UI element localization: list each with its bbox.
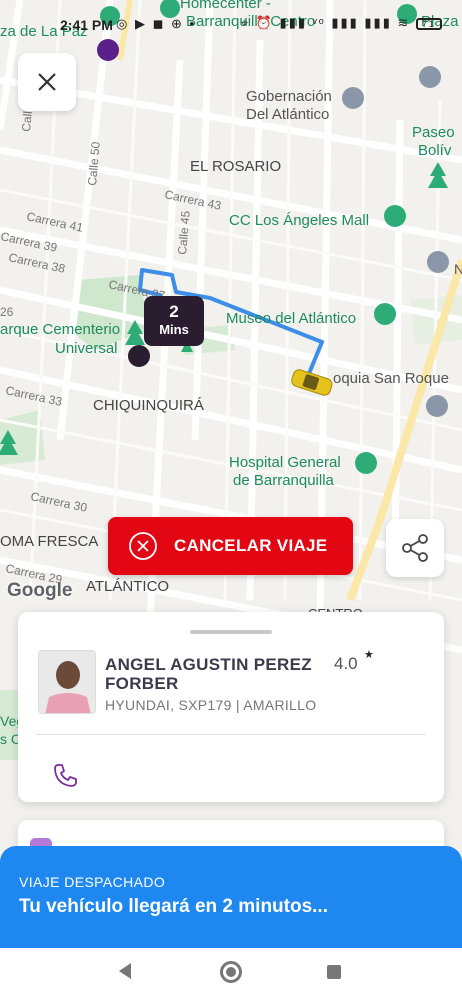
label-cementerio-1: arque Cementerio bbox=[0, 321, 120, 338]
cancel-trip-label: CANCELAR VIAJE bbox=[174, 536, 328, 555]
poi-church-icon bbox=[427, 251, 449, 273]
status-notification-icons: ◎ ▶ ◼ ⊕ • bbox=[116, 16, 197, 31]
poi-mall-icon bbox=[384, 205, 406, 227]
driver-card: ANGEL AGUSTIN PEREZ FORBER 4.0 ★ HYUNDAI… bbox=[18, 612, 444, 802]
label-museo: Museo del Atlántico bbox=[226, 310, 356, 327]
label-parroquia: oquia San Roque bbox=[333, 370, 449, 387]
label-cementerio-2: Universal bbox=[55, 340, 118, 357]
driver-avatar bbox=[38, 650, 96, 714]
card-divider bbox=[36, 734, 426, 735]
label-paseo-1: Paseo bbox=[412, 124, 455, 141]
cancel-circle-icon bbox=[129, 532, 157, 560]
label-hospital-2: de Barranquilla bbox=[233, 472, 335, 489]
driver-name: ANGEL AGUSTIN PEREZ FORBER bbox=[105, 655, 312, 693]
recent-apps-icon[interactable] bbox=[327, 965, 341, 979]
label-atlantico: ATLÁNTICO bbox=[86, 578, 169, 595]
poi-hospital-icon bbox=[355, 452, 377, 474]
close-icon bbox=[38, 73, 56, 91]
poi-parish-icon bbox=[426, 395, 448, 417]
drag-handle[interactable] bbox=[190, 630, 272, 634]
home-icon[interactable] bbox=[220, 961, 242, 983]
status-bar: 2:41 PM ◎ ▶ ◼ ⊕ • ⌖ ⏰ ▮▮▮ ᵛᵒ ▮▮▮ ▮▮▮ ≋ 7… bbox=[0, 0, 462, 44]
star-icon: ★ bbox=[364, 649, 374, 661]
trip-status-banner: VIAJE DESPACHADO Tu vehículo llegará en … bbox=[0, 846, 462, 950]
pickup-marker bbox=[128, 345, 150, 367]
poi-building-icon bbox=[419, 66, 441, 88]
label-n: N bbox=[454, 261, 462, 277]
back-icon[interactable] bbox=[117, 962, 133, 980]
eta-badge: 2 Mins bbox=[144, 296, 204, 346]
poi-museum-icon bbox=[374, 303, 396, 325]
share-button[interactable] bbox=[386, 519, 444, 577]
eta-minutes: 2 bbox=[169, 302, 179, 321]
phone-icon bbox=[54, 764, 77, 787]
street-26: 26 bbox=[0, 305, 14, 319]
status-time: 2:41 PM bbox=[60, 17, 113, 33]
cancel-trip-button[interactable]: CANCELAR VIAJE bbox=[108, 517, 353, 575]
status-signal-icons: ⌖ ⏰ ▮▮▮ ᵛᵒ ▮▮▮ ▮▮▮ ≋ bbox=[240, 15, 411, 30]
label-gobernacion-2: Del Atlántico bbox=[246, 106, 329, 123]
system-nav-bar bbox=[0, 948, 462, 1000]
label-paseo-2: Bolív bbox=[418, 142, 452, 159]
driver-rating: 4.0 bbox=[334, 654, 358, 673]
driver-photo-image bbox=[39, 651, 95, 713]
google-logo: Google bbox=[7, 580, 73, 601]
trip-status-message: Tu vehículo llegará en 2 minutos... bbox=[19, 896, 328, 917]
label-gobernacion-1: Gobernación bbox=[246, 88, 332, 105]
battery-icon: 71 bbox=[416, 17, 442, 30]
share-icon bbox=[402, 534, 428, 562]
label-chiquinquira: CHIQUINQUIRÁ bbox=[93, 397, 204, 414]
poi-government-icon bbox=[342, 87, 364, 109]
label-rosario: EL ROSARIO bbox=[190, 158, 281, 175]
call-driver-button[interactable] bbox=[50, 760, 80, 790]
status-system-icons: ⌖ ⏰ ▮▮▮ ᵛᵒ ▮▮▮ ▮▮▮ ≋ 71 bbox=[241, 15, 442, 31]
eta-unit: Mins bbox=[159, 322, 189, 337]
label-loma: OMA FRESCA bbox=[0, 533, 98, 550]
label-hospital-1: Hospital General bbox=[229, 454, 341, 471]
trip-status-label: VIAJE DESPACHADO bbox=[19, 874, 166, 890]
vehicle-info: HYUNDAI, SXP179 | AMARILLO bbox=[105, 697, 317, 713]
label-los-angeles: CC Los Ángeles Mall bbox=[229, 212, 369, 229]
close-button[interactable] bbox=[18, 53, 76, 111]
